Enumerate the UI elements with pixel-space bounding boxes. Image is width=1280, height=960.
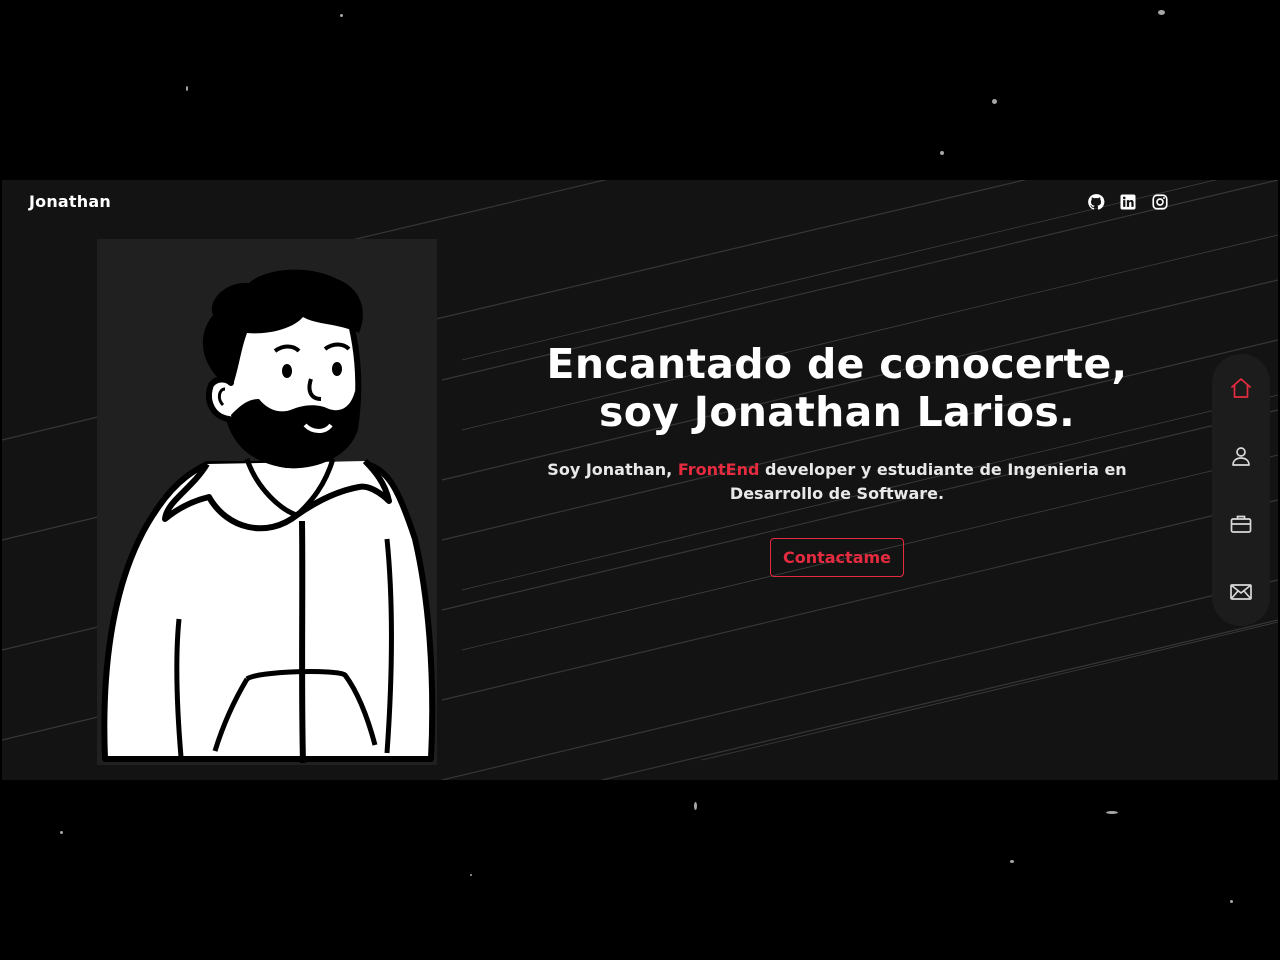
- background-speck: [940, 151, 944, 155]
- background-speck: [694, 802, 697, 810]
- hero-description-end: developer y estudiante de Ingenieria en …: [729, 460, 1127, 503]
- contact-button[interactable]: Contactame: [769, 538, 905, 577]
- home-icon: [1231, 378, 1251, 398]
- hero-title-line-2: soy Jonathan Larios.: [599, 388, 1075, 436]
- background-speck: [340, 14, 343, 17]
- avatar: [101, 269, 436, 764]
- briefcase-icon: [1230, 515, 1252, 533]
- github-icon[interactable]: [1087, 193, 1105, 211]
- background-speck: [992, 99, 997, 104]
- background-speck: [1010, 860, 1014, 863]
- background-speck: [1158, 10, 1165, 15]
- linkedin-icon[interactable]: [1119, 193, 1137, 211]
- instagram-icon[interactable]: [1151, 193, 1169, 211]
- hero-highlight: FrontEnd: [677, 460, 760, 479]
- background-speck: [1230, 900, 1233, 903]
- user-icon: [1232, 447, 1250, 466]
- brand-logo[interactable]: Jonathan: [29, 192, 111, 211]
- nav-item-about[interactable]: [1227, 442, 1255, 470]
- mail-icon: [1230, 584, 1252, 600]
- hero-content: Encantado de conocerte, soy Jonathan Lar…: [512, 340, 1162, 577]
- page: Jonathan Encantado de conocerte, soy Jon…: [0, 0, 1280, 960]
- nav-item-home[interactable]: [1227, 374, 1255, 402]
- hero-title: Encantado de conocerte, soy Jonathan Lar…: [512, 340, 1162, 436]
- background-speck: [470, 874, 472, 876]
- social-links: [1087, 193, 1169, 211]
- side-nav: [1212, 354, 1270, 626]
- background-speck: [60, 831, 63, 834]
- background-speck: [1106, 811, 1118, 814]
- hero-description-start: Soy Jonathan,: [547, 460, 678, 479]
- nav-item-portfolio[interactable]: [1227, 510, 1255, 538]
- hero-title-line-1: Encantado de conocerte,: [546, 340, 1128, 388]
- nav-item-contact[interactable]: [1227, 578, 1255, 606]
- avatar-illustration: [97, 239, 437, 765]
- hero-section: Jonathan Encantado de conocerte, soy Jon…: [2, 180, 1278, 780]
- background-speck: [186, 86, 188, 91]
- hero-description: Soy Jonathan, FrontEnd developer y estud…: [522, 458, 1152, 506]
